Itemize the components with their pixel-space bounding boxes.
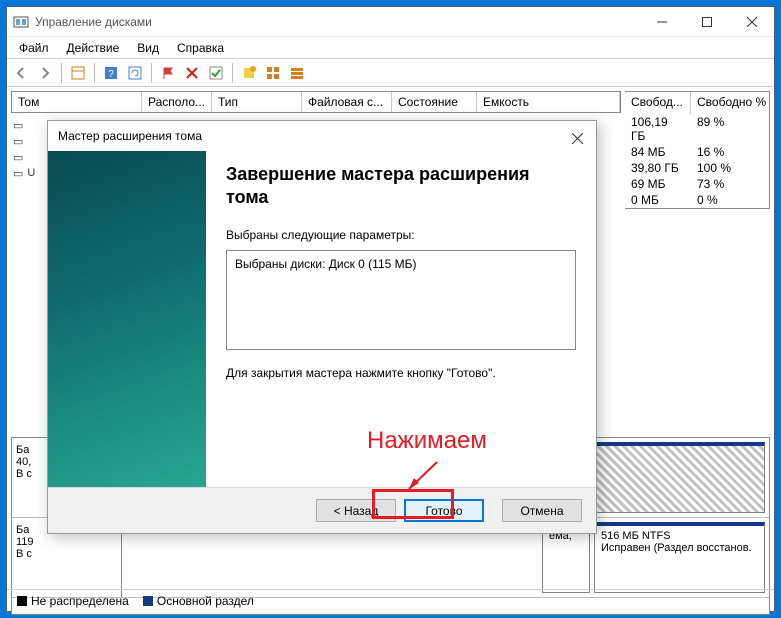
wizard-footer: < Назад Готово Отмена [48, 487, 596, 533]
check-icon[interactable] [206, 63, 226, 83]
grid-icon[interactable] [263, 63, 283, 83]
window-title: Управление дисками [35, 15, 639, 29]
window-buttons [639, 7, 774, 36]
col-type[interactable]: Тип [212, 92, 302, 112]
legend-unallocated: Не распределена [17, 594, 129, 608]
annotation-text: Нажимаем [367, 427, 487, 455]
wizard-close-button[interactable] [564, 127, 590, 149]
menu-help[interactable]: Справка [169, 39, 232, 57]
list-icon[interactable] [287, 63, 307, 83]
close-button[interactable] [729, 7, 774, 36]
col-layout[interactable]: Располо... [142, 92, 212, 112]
cancel-button[interactable]: Отмена [502, 499, 582, 522]
legend-primary: Основной раздел [143, 594, 254, 608]
wizard-title: Мастер расширения тома [48, 121, 596, 151]
volume-table-header: Том Располо... Тип Файловая с... Состоян… [11, 91, 621, 113]
table-row[interactable]: 106,19 ГБ89 % [625, 114, 769, 144]
new-icon[interactable] [239, 63, 259, 83]
wizard-params-value: Выбраны диски: Диск 0 (115 МБ) [235, 257, 567, 271]
col-volume[interactable]: Том [12, 92, 142, 112]
col-capacity[interactable]: Емкость [477, 92, 620, 112]
wizard-sidebar-image [48, 151, 206, 487]
volume-icon: ▭ [13, 151, 23, 164]
toolbar: ? [7, 59, 774, 87]
titlebar: Управление дисками [7, 7, 774, 37]
finish-button[interactable]: Готово [404, 499, 484, 522]
volume-icon: ▭ [13, 119, 23, 132]
wizard-params-label: Выбраны следующие параметры: [226, 228, 576, 242]
menu-view[interactable]: Вид [129, 39, 167, 57]
table-row[interactable]: 0 МБ0 % [625, 192, 769, 208]
legend-bar: Не распределена Основной раздел [7, 589, 774, 611]
volume-icon: ▭ [13, 135, 23, 148]
view-icon[interactable] [68, 63, 88, 83]
table-row[interactable]: 69 МБ73 % [625, 176, 769, 192]
help-icon[interactable]: ? [101, 63, 121, 83]
maximize-button[interactable] [684, 7, 729, 36]
table-row[interactable]: 39,80 ГБ100 % [625, 160, 769, 176]
menubar: Файл Действие Вид Справка [7, 37, 774, 59]
menu-file[interactable]: Файл [11, 39, 57, 57]
partition-recovery[interactable]: 516 МБ NTFS Исправен (Раздел восстанов. [594, 522, 765, 593]
wizard-finish-hint: Для закрытия мастера нажмите кнопку "Гот… [226, 366, 576, 380]
col-free[interactable]: Свобод... [625, 92, 691, 114]
col-filesystem[interactable]: Файловая с... [302, 92, 392, 112]
refresh-icon[interactable] [125, 63, 145, 83]
wizard-heading: Завершение мастера расширения тома [226, 163, 576, 210]
delete-icon[interactable] [182, 63, 202, 83]
col-freepct[interactable]: Свободно % [691, 92, 769, 114]
back-button[interactable]: < Назад [316, 499, 396, 522]
flag-icon[interactable] [158, 63, 178, 83]
wizard-params-box: Выбраны диски: Диск 0 (115 МБ) [226, 250, 576, 350]
volume-list-fragment: ▭ ▭ ▭ ▭U [13, 117, 35, 181]
volume-table-right: Свобод... Свободно % 106,19 ГБ89 % 84 МБ… [625, 91, 770, 209]
forward-icon[interactable] [35, 63, 55, 83]
table-row[interactable]: 84 МБ16 % [625, 144, 769, 160]
app-icon [13, 14, 29, 30]
extend-volume-wizard: Мастер расширения тома Завершение мастер… [47, 120, 597, 534]
menu-action[interactable]: Действие [59, 39, 128, 57]
disk-management-window: Управление дисками Файл Действие Вид Спр… [6, 6, 775, 612]
svg-text:?: ? [108, 69, 114, 80]
col-status[interactable]: Состояние [392, 92, 477, 112]
volume-icon: ▭ [13, 167, 23, 180]
back-icon[interactable] [11, 63, 31, 83]
minimize-button[interactable] [639, 7, 684, 36]
